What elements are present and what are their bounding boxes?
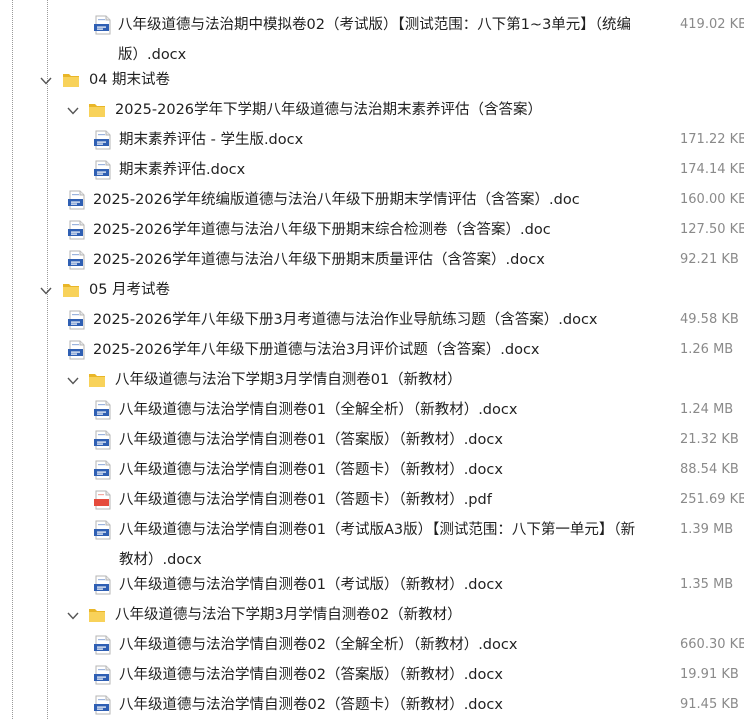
word-document-icon	[93, 695, 113, 715]
file-name: 2025-2026学年道德与法治八年级下册期末质量评估（含答案）.docx	[93, 252, 545, 268]
file-name: 八年级道德与法治期中模拟卷02（考试版）【测试范围：八下第1~3单元】（统编	[118, 17, 632, 33]
file-size: 21.32 KB	[680, 432, 739, 447]
folder-row[interactable]: 八年级道德与法治下学期3月学情自测卷02（新教材）	[0, 600, 744, 630]
file-row[interactable]: 八年级道德与法治学情自测卷01（答案版）（新教材）.docx 21.32 KB	[0, 425, 744, 455]
word-document-icon	[93, 430, 113, 450]
chevron-down-icon[interactable]	[40, 284, 52, 295]
file-row[interactable]: 八年级道德与法治学情自测卷02（全解全析）（新教材）.docx 660.30 KB	[0, 630, 744, 660]
chevron-down-icon[interactable]	[67, 609, 79, 620]
file-name: 八年级道德与法治学情自测卷01（答题卡）（新教材）.docx	[119, 462, 503, 478]
word-document-icon	[67, 250, 87, 270]
word-document-icon	[93, 460, 113, 480]
file-size: 1.26 MB	[680, 342, 734, 357]
chevron-down-icon[interactable]	[67, 374, 79, 385]
file-row[interactable]: 八年级道德与法治期中模拟卷02（考试版）【测试范围：八下第1~3单元】（统编 版）…	[0, 10, 744, 63]
file-row[interactable]: 八年级道德与法治学情自测卷01（考试版A3版）【测试范围：八下第一单元】（新 教材…	[0, 515, 744, 568]
file-name: 八年级道德与法治学情自测卷01（全解全析）（新教材）.docx	[119, 402, 518, 418]
file-size: 49.58 KB	[680, 312, 739, 327]
folder-row[interactable]: 04 期末试卷	[0, 65, 744, 95]
file-name: 2025-2026学年八年级下册道德与法治3月评价试题（含答案）.docx	[93, 342, 540, 358]
file-size: 92.21 KB	[680, 252, 739, 267]
folder-icon	[62, 281, 80, 298]
file-size: 1.39 MB	[680, 522, 734, 537]
file-row[interactable]: 八年级道德与法治学情自测卷02（答题卡）（新教材）.docx 91.45 KB	[0, 690, 744, 720]
folder-row[interactable]: 2025-2026学年下学期八年级道德与法治期末素养评估（含答案）	[0, 95, 744, 125]
file-row[interactable]: 期末素养评估 - 学生版.docx 171.22 KB	[0, 125, 744, 155]
file-size: 160.00 KB	[680, 192, 744, 207]
file-row[interactable]: 2025-2026学年道德与法治八年级下册期末综合检测卷（含答案）.doc 127…	[0, 215, 744, 245]
file-row[interactable]: 2025-2026学年八年级下册道德与法治3月评价试题（含答案）.docx 1.2…	[0, 335, 744, 365]
folder-icon	[62, 71, 80, 88]
word-document-icon	[93, 400, 113, 420]
file-name: 八年级道德与法治学情自测卷02（全解全析）（新教材）.docx	[119, 637, 518, 653]
folder-name: 2025-2026学年下学期八年级道德与法治期末素养评估（含答案）	[115, 102, 543, 118]
file-row[interactable]: 八年级道德与法治学情自测卷02（答案版）（新教材）.docx 19.91 KB	[0, 660, 744, 690]
file-size: 171.22 KB	[680, 132, 744, 147]
file-name: 2025-2026学年统编版道德与法治八年级下册期末学情评估（含答案）.doc	[93, 192, 580, 208]
word-document-icon	[93, 575, 113, 595]
file-size: 174.14 KB	[680, 162, 744, 177]
folder-row[interactable]: 八年级道德与法治下学期3月学情自测卷01（新教材）	[0, 365, 744, 395]
file-size: 1.35 MB	[680, 577, 734, 592]
word-document-icon	[93, 520, 113, 540]
file-name: 期末素养评估 - 学生版.docx	[119, 132, 304, 148]
folder-icon	[88, 101, 106, 118]
word-document-icon	[67, 310, 87, 330]
file-size: 88.54 KB	[680, 462, 739, 477]
file-row[interactable]: 2025-2026学年八年级下册3月考道德与法治作业导航练习题（含答案）.doc…	[0, 305, 744, 335]
word-document-icon	[93, 130, 113, 150]
word-document-icon	[67, 220, 87, 240]
file-name: 2025-2026学年八年级下册3月考道德与法治作业导航练习题（含答案）.doc…	[93, 312, 598, 328]
word-document-icon	[93, 635, 113, 655]
folder-name: 04 期末试卷	[89, 72, 171, 88]
file-name: 八年级道德与法治学情自测卷02（答题卡）（新教材）.docx	[119, 697, 503, 713]
file-size: 19.91 KB	[680, 667, 739, 682]
chevron-down-icon[interactable]	[40, 74, 52, 85]
file-name-continuation: 版）.docx	[118, 47, 187, 63]
file-size: 1.24 MB	[680, 402, 734, 417]
file-row[interactable]: 八年级道德与法治学情自测卷01（答题卡）（新教材）.pdf 251.69 KB	[0, 485, 744, 515]
file-name: 八年级道德与法治学情自测卷01（考试版A3版）【测试范围：八下第一单元】（新	[119, 522, 636, 538]
file-size: 127.50 KB	[680, 222, 744, 237]
file-row[interactable]: 八年级道德与法治学情自测卷01（考试版）（新教材）.docx 1.35 MB	[0, 570, 744, 600]
word-document-icon	[67, 340, 87, 360]
file-row[interactable]: 2025-2026学年统编版道德与法治八年级下册期末学情评估（含答案）.doc 1…	[0, 185, 744, 215]
file-size: 660.30 KB	[680, 637, 744, 652]
word-document-icon	[67, 190, 87, 210]
file-name-continuation: 教材）.docx	[119, 552, 202, 568]
word-document-icon	[93, 160, 113, 180]
word-document-icon	[93, 15, 113, 35]
folder-name: 八年级道德与法治下学期3月学情自测卷02（新教材）	[115, 607, 462, 623]
file-row[interactable]: 2025-2026学年道德与法治八年级下册期末质量评估（含答案）.docx 92.…	[0, 245, 744, 275]
file-row[interactable]: 八年级道德与法治学情自测卷01（全解全析）（新教材）.docx 1.24 MB	[0, 395, 744, 425]
file-size: 419.02 KB	[680, 17, 744, 32]
file-name: 八年级道德与法治学情自测卷02（答案版）（新教材）.docx	[119, 667, 503, 683]
file-name: 期末素养评估.docx	[119, 162, 246, 178]
folder-icon	[88, 371, 106, 388]
chevron-down-icon[interactable]	[67, 104, 79, 115]
folder-name: 05 月考试卷	[89, 282, 171, 298]
word-document-icon	[93, 665, 113, 685]
pdf-file-icon	[93, 490, 113, 510]
folder-name: 八年级道德与法治下学期3月学情自测卷01（新教材）	[115, 372, 462, 388]
file-row[interactable]: 期末素养评估.docx 174.14 KB	[0, 155, 744, 185]
folder-row[interactable]: 05 月考试卷	[0, 275, 744, 305]
file-size: 251.69 KB	[680, 492, 744, 507]
file-size: 91.45 KB	[680, 697, 739, 712]
file-row[interactable]: 八年级道德与法治学情自测卷01（答题卡）（新教材）.docx 88.54 KB	[0, 455, 744, 485]
file-name: 八年级道德与法治学情自测卷01（考试版）（新教材）.docx	[119, 577, 503, 593]
file-name: 八年级道德与法治学情自测卷01（答案版）（新教材）.docx	[119, 432, 503, 448]
folder-icon	[88, 606, 106, 623]
file-name: 2025-2026学年道德与法治八年级下册期末综合检测卷（含答案）.doc	[93, 222, 551, 238]
file-name: 八年级道德与法治学情自测卷01（答题卡）（新教材）.pdf	[119, 492, 492, 508]
